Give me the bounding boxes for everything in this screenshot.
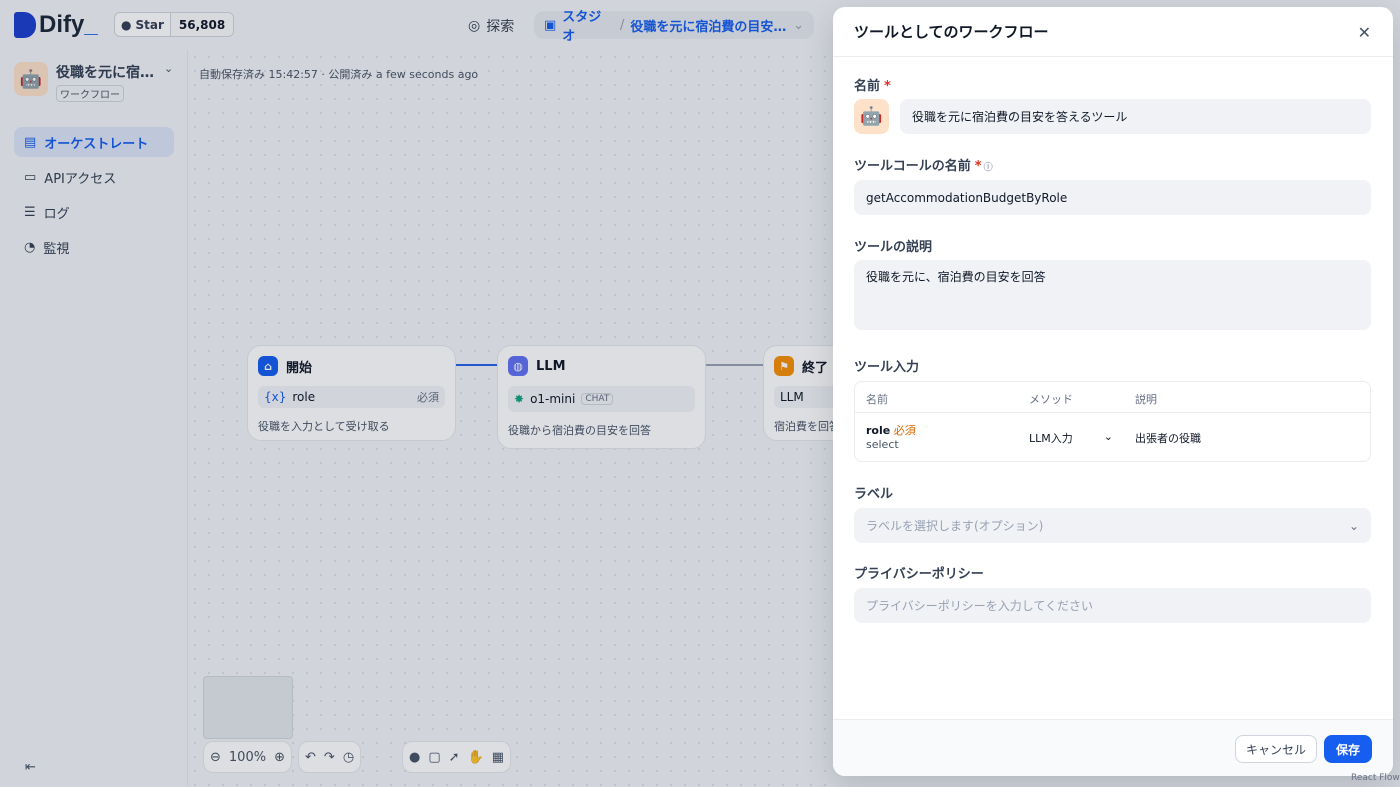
col-method: メソッド [1029,393,1073,406]
privacy-input[interactable]: プライバシーポリシーを入力してください [854,588,1371,623]
label-label: ラベル [854,487,894,502]
param-name: role [866,424,891,437]
col-name: 名前 [866,393,888,406]
call-name-label: ツールコールの名前 * ⓘ [854,159,993,174]
chevron-down-icon: ⌄ [1103,430,1113,443]
drawer-footer: キャンセル 保存 [833,719,1393,776]
drawer-title: ツールとしてのワークフロー [833,7,1393,57]
info-icon: ⓘ [983,163,993,173]
method-select[interactable]: LLM入力 ⌄ [1029,430,1113,446]
cancel-button[interactable]: キャンセル [1235,735,1317,763]
close-icon[interactable]: ✕ [1358,23,1371,42]
tool-name-input[interactable]: 役職を元に宿泊費の目安を答えるツール [900,99,1371,134]
tool-desc-textarea[interactable]: 役職を元に、宿泊費の目安を回答 [854,260,1371,330]
tool-desc-label: ツールの説明 [854,240,933,255]
col-desc: 説明 [1135,393,1157,406]
table-row: role 必須 select [866,422,916,451]
workflow-as-tool-drawer: ツールとしてのワークフロー ✕ 名前 * 🤖 役職を元に宿泊費の目安を答えるツール… [833,7,1393,776]
react-flow-attribution[interactable]: React Flow [1351,773,1400,783]
param-type: select [866,438,899,451]
tool-inputs-label: ツール入力 [854,360,920,375]
required-tag: 必須 [893,424,916,437]
save-button[interactable]: 保存 [1324,735,1372,763]
call-name-input[interactable]: getAccommodationBudgetByRole [854,180,1371,215]
param-desc-input[interactable]: 出張者の役職 [1135,430,1201,446]
tool-icon[interactable]: 🤖 [854,99,889,134]
name-label: 名前 * [854,79,891,94]
chevron-down-icon: ⌄ [1348,518,1359,533]
label-select[interactable]: ラベルを選択します(オプション) ⌄ [854,508,1371,543]
privacy-label: プライバシーポリシー [854,567,984,582]
tool-inputs-table: 名前 メソッド 説明 role 必須 select LLM入力 ⌄ 出張者の役職 [854,381,1371,462]
